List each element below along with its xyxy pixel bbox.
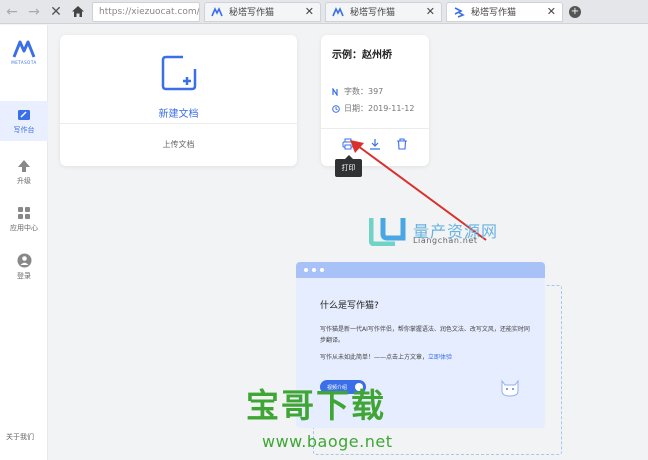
word-count: 字数：397 [332,86,383,97]
window-dot [312,268,316,272]
about-link[interactable]: 关于我们 [6,432,34,442]
browser-tab-2[interactable]: 秘塔写作猫 ✕ [325,1,442,22]
window-dot [304,268,308,272]
sidebar-item-label: 升级 [17,177,31,185]
forward-arrow-icon: → [28,3,40,20]
new-tab-button[interactable]: + [569,5,581,18]
watermark-big-text: 宝哥下载 [246,386,386,425]
address-bar[interactable]: https://xiezuocat.com/#/ [92,1,200,22]
metaso-logo-icon [211,6,223,16]
xiezuocat-logo-icon [454,6,465,18]
pen-icon [18,110,30,120]
document-date: 日期：2019-11-12 [332,103,415,114]
user-icon [17,253,31,268]
word-count-icon [332,87,338,96]
intro-cta-prefix: 写作从未如此简单！——点击上方文章， [320,354,429,361]
sidebar-item-label: 登录 [17,272,31,280]
back-arrow-icon: ← [6,3,18,20]
new-document-icon [161,55,197,91]
sidebar: METASOTA 写作台 升级 应用中心 登录 关于我们 [0,25,48,460]
browser-tab-1[interactable]: 秘塔写作猫 ✕ [204,1,321,22]
tab-close-icon[interactable]: ✕ [547,5,556,18]
plus-icon: + [570,5,580,17]
close-icon: ✕ [50,3,62,20]
document-title: 示例：赵州桥 [332,50,392,61]
tab-close-icon[interactable]: ✕ [426,5,435,18]
browser-tab-3[interactable]: 秘塔写作猫 ✕ [446,1,563,22]
window-dot [320,268,324,272]
up-arrow-icon [18,160,30,172]
word-count-text: 字数：397 [344,87,384,96]
sidebar-item-label: 应用中心 [10,224,38,232]
intro-description: 写作猫是新一代AI写作伴侣，帮你掌握语法、润色文法、改写文风，还能实时同步翻译。 [320,326,530,344]
stop-button[interactable]: ✕ [46,2,66,22]
brand-logo[interactable]: METASOTA [6,39,42,65]
intro-title: 什么是写作猫? [320,301,379,311]
tab-close-icon[interactable]: ✕ [305,5,314,18]
browser-toolbar: ← → ✕ https://xiezuocat.com/#/ 秘塔写作猫 ✕ 秘… [0,0,648,24]
grid-icon [18,207,30,219]
watermark-big-url: www.baoge.net [262,432,393,451]
sidebar-item-login[interactable]: 登录 [0,253,48,281]
sidebar-item-apps[interactable]: 应用中心 [0,206,48,233]
tab-title: 秘塔写作猫 [350,8,396,18]
tab-title: 秘塔写作猫 [229,8,275,18]
upload-document-button[interactable]: 上传文档 [60,139,297,150]
intro-panel-titlebar [296,262,545,278]
forward-button[interactable]: → [24,2,44,22]
sidebar-item-upgrade[interactable]: 升级 [0,159,48,186]
home-button[interactable] [68,2,88,22]
new-document-label: 新建文档 [158,109,199,120]
clock-icon [332,104,340,113]
watermark-logo-icon [369,218,406,246]
home-icon [72,6,84,17]
metaso-logo-icon [12,40,36,58]
back-button[interactable]: ← [2,2,22,22]
cat-mascot-icon [501,379,519,397]
intro-cta-text: 写作从未如此简单！——点击上方文章，立即体验 [320,352,452,361]
watermark-site-url: Liangchan.net [413,236,478,245]
sidebar-item-label: 写作台 [13,126,35,134]
divider [60,123,297,124]
date-text: 日期：2019-11-12 [344,104,415,113]
sidebar-item-write[interactable]: 写作台 [0,101,48,141]
try-now-link[interactable]: 立即体验 [428,354,452,361]
tab-title: 秘塔写作猫 [471,8,517,18]
metaso-logo-icon [332,6,344,16]
divider [321,128,429,129]
brand-name: METASOTA [11,60,37,65]
new-document-card[interactable]: 新建文档 上传文档 [60,35,297,166]
